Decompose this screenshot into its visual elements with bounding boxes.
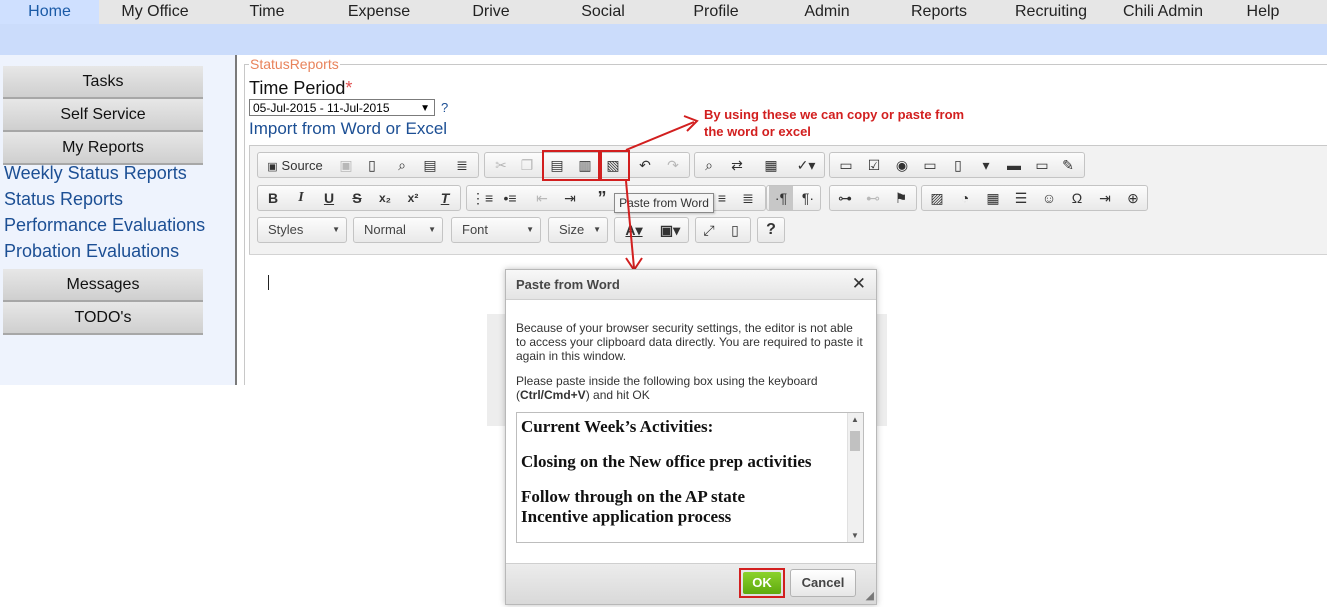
dialog-title: Paste from Word — [516, 277, 620, 292]
instruction-suffix: ) and hit OK — [585, 388, 650, 402]
close-icon[interactable]: ✕ — [852, 274, 866, 294]
scroll-up-icon[interactable]: ▲ — [851, 415, 859, 424]
pasted-line: Current Week’s Activities: — [521, 417, 714, 436]
pasted-line: Follow through on the AP state — [521, 487, 746, 506]
pasted-line: Incentive application process — [521, 507, 732, 526]
pasted-content: Current Week’s Activities: Closing on th… — [521, 417, 847, 527]
pasted-line — [521, 472, 847, 487]
annotation-callout: By using these we can copy or paste from… — [704, 107, 965, 139]
paste-from-word-dialog: Paste from Word ✕ Because of your browse… — [505, 269, 877, 605]
cancel-button[interactable]: Cancel — [790, 569, 856, 597]
scroll-down-icon[interactable]: ▼ — [851, 531, 859, 540]
scroll-thumb[interactable] — [850, 431, 860, 451]
paste-textarea[interactable]: Current Week’s Activities: Closing on th… — [516, 412, 864, 543]
dialog-header: Paste from Word ✕ — [506, 270, 876, 300]
instruction-keys: Ctrl/Cmd+V — [520, 388, 586, 402]
dialog-paste-instruction: Please paste inside the following box us… — [516, 374, 866, 402]
ok-button-label: OK — [743, 572, 781, 594]
ok-button[interactable]: OK — [739, 568, 785, 598]
pasted-line: Closing on the New office prep activitie… — [521, 452, 812, 471]
vertical-scrollbar[interactable]: ▲ ▼ — [847, 413, 863, 542]
resize-grip-icon[interactable]: ◢ — [866, 589, 874, 602]
dialog-footer: OK Cancel ◢ — [506, 563, 876, 604]
dialog-security-message: Because of your browser security setting… — [516, 321, 863, 363]
pasted-line — [521, 437, 847, 452]
